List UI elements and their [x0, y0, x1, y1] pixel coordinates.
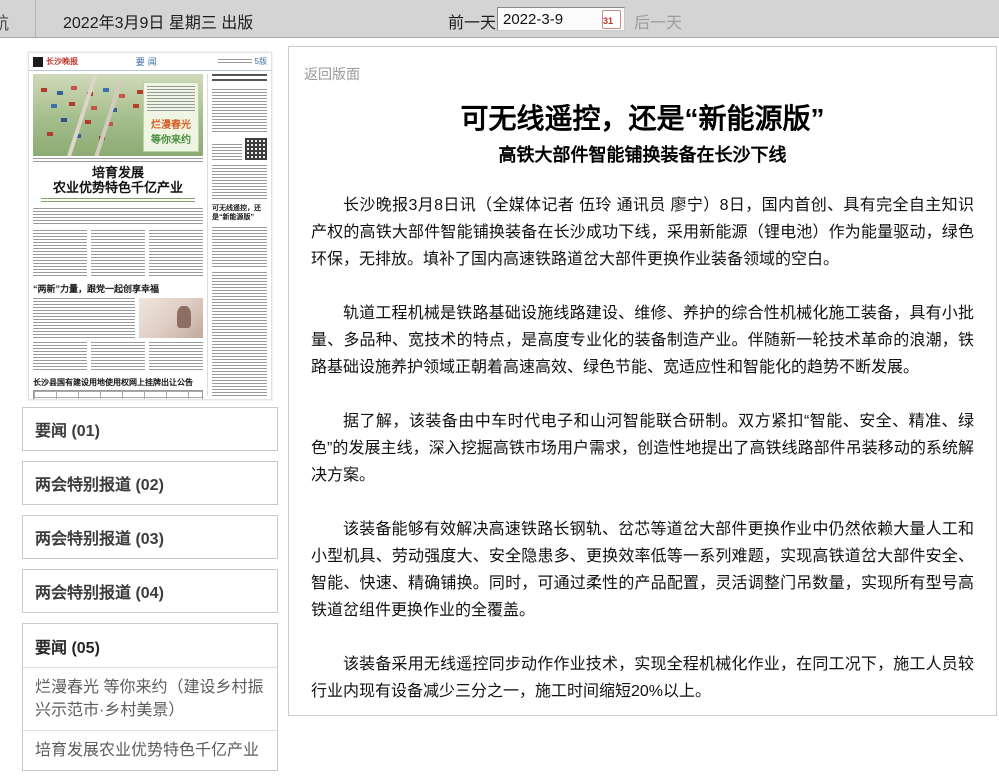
top-toolbar: 航 2022年3月9日 星期三 出版 前一天 31 后一天: [0, 0, 999, 38]
thumbnail-headline-1: 培育发展: [33, 165, 203, 180]
sidebar-item-yaowen-05: 要闻 (05) 烂漫春光 等你来约（建设乡村振兴示范市·乡村美景） 培育发展农业…: [22, 623, 278, 771]
prev-day-button[interactable]: 前一天: [448, 9, 496, 33]
article-paragraph: 长沙晚报3月8日讯（全媒体记者 伍玲 通讯员 廖宁）8日，国内首创、具有完全自主…: [311, 192, 974, 273]
workshop-photo: [139, 298, 203, 338]
text-placeholder: [218, 59, 252, 65]
photo-caption-placeholder: [33, 158, 203, 163]
section-label: 两会特别报道 (02): [23, 462, 277, 504]
nav-partial-label: 航: [0, 9, 9, 34]
sidebar: 长沙晚报 要闻 5版 烂漫春光 等你来约 培育发展 农业优势特色千亿产业: [22, 52, 278, 781]
article-paragraph: 据了解，该装备由中车时代电子和山河智能联合研制。双方紧扣“智能、安全、精准、绿色…: [311, 408, 974, 489]
text-placeholder: [149, 230, 203, 276]
thumbnail-page-number: 5版: [255, 56, 267, 67]
text-placeholder: [212, 144, 242, 160]
thumbnail-side-column: 可无线遥控，还是“新能源版”: [207, 74, 267, 396]
text-placeholder: [33, 342, 87, 372]
text-placeholder: [212, 227, 267, 267]
thumbnail-photo-row: [33, 298, 203, 338]
current-section-label[interactable]: 要闻 (05): [23, 624, 277, 667]
promo-box: 烂漫春光 等你来约: [143, 82, 199, 152]
qr-code-icon: [245, 138, 267, 160]
text-placeholder: [33, 298, 135, 338]
next-day-button[interactable]: 后一天: [634, 9, 682, 33]
text-placeholder: [91, 230, 145, 276]
notice-table: [33, 390, 203, 400]
article-paragraph: 轨道工程机械是铁路基础设施线路建设、维修、养护的综合性机械化施工装备，具有小批量…: [311, 300, 974, 381]
thumbnail-main-column: 烂漫春光 等你来约 培育发展 农业优势特色千亿产业 “两新”力量，跟党一起创享幸…: [33, 74, 203, 396]
sidebar-item-lianghui-03[interactable]: 两会特别报道 (03): [22, 515, 278, 559]
article-subtitle: 高铁大部件智能铺换装备在长沙下线: [319, 141, 966, 167]
article-link[interactable]: 烂漫春光 等你来约（建设乡村振兴示范市·乡村美景）: [23, 667, 277, 730]
thumbnail-body: 烂漫春光 等你来约 培育发展 农业优势特色千亿产业 “两新”力量，跟党一起创享幸…: [29, 71, 271, 399]
back-to-page-link[interactable]: 返回版面: [304, 64, 360, 84]
calendar-icon-day: 31: [603, 16, 613, 26]
text-columns: [33, 230, 203, 276]
publish-date-label: 2022年3月9日 星期三 出版: [63, 9, 253, 33]
text-placeholder: [149, 342, 203, 372]
article-paragraph: 该装备能够有效解决高速铁路长钢轨、岔芯等道岔大部件更换作业中仍然依赖大量人工和小…: [311, 516, 974, 624]
section-label: 要闻 (01): [23, 408, 277, 450]
sidebar-item-lianghui-02[interactable]: 两会特别报道 (02): [22, 461, 278, 505]
side-headline-placeholder: [212, 74, 267, 84]
article-title: 可无线遥控，还是“新能源版”: [319, 103, 966, 134]
text-placeholder: [33, 208, 203, 226]
text-placeholder: [212, 165, 267, 199]
calendar-icon[interactable]: 31: [602, 10, 621, 29]
promo-line-2: 等你来约: [147, 131, 195, 146]
land-notice-headline: 长沙县国有建设用地使用权网上挂牌出让公告: [33, 377, 203, 388]
text-placeholder: [33, 230, 87, 276]
thumbnail-masthead: 长沙晚报 要闻 5版: [29, 53, 271, 71]
thumbnail-section-title: 要闻: [81, 55, 215, 68]
toolbar-divider: [35, 0, 36, 37]
sidebar-item-lianghui-04[interactable]: 两会特别报道 (04): [22, 569, 278, 613]
side-article-headline: 可无线遥控，还是“新能源版”: [212, 204, 267, 222]
page-thumbnail[interactable]: 长沙晚报 要闻 5版 烂漫春光 等你来约 培育发展 农业优势特色千亿产业: [28, 52, 272, 400]
article-link[interactable]: 培育发展农业优势特色千亿产业: [23, 730, 277, 770]
thumbnail-headline-1b: 农业优势特色千亿产业: [33, 180, 203, 195]
section-list: 要闻 (01) 两会特别报道 (02) 两会特别报道 (03) 两会特别报道 (…: [22, 407, 278, 771]
text-placeholder: [212, 272, 267, 396]
sidebar-item-yaowen-01[interactable]: 要闻 (01): [22, 407, 278, 451]
aerial-village-photo: 烂漫春光 等你来约: [33, 74, 203, 156]
text-placeholder: [212, 89, 267, 133]
newspaper-logo-icon: [33, 57, 43, 67]
qr-row: [212, 138, 267, 160]
text-placeholder: [147, 86, 195, 112]
thumbnail-headline-2: “两新”力量，跟党一起创享幸福: [33, 282, 203, 295]
thumbnail-subhead-placeholder: [41, 198, 195, 204]
article-body: 长沙晚报3月8日讯（全媒体记者 伍玲 通讯员 廖宁）8日，国内首创、具有完全自主…: [311, 192, 974, 705]
date-input[interactable]: [501, 11, 602, 28]
article-paragraph: 该装备采用无线遥控同步动作作业技术，实现全程机械化作业，在同工况下，施工人员较行…: [311, 651, 974, 705]
text-placeholder: [91, 342, 145, 372]
date-picker[interactable]: 31: [497, 7, 625, 31]
newspaper-name: 长沙晚报: [46, 56, 78, 67]
text-columns: [33, 342, 203, 372]
section-label: 两会特别报道 (03): [23, 516, 277, 558]
section-label: 两会特别报道 (04): [23, 570, 277, 612]
promo-line-1: 烂漫春光: [147, 116, 195, 131]
article-panel: 返回版面 可无线遥控，还是“新能源版” 高铁大部件智能铺换装备在长沙下线 长沙晚…: [288, 46, 997, 716]
